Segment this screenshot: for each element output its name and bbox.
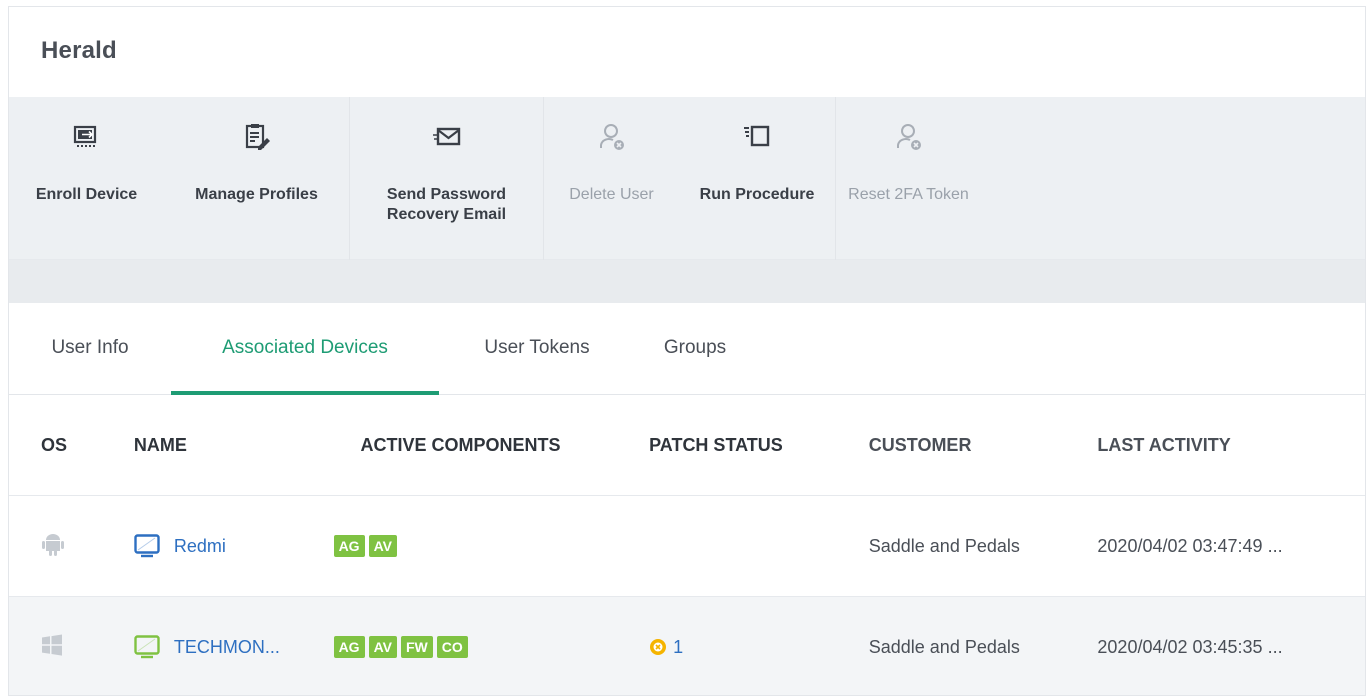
device-link[interactable]: Redmi — [174, 536, 226, 557]
tab-user-info[interactable]: User Info — [9, 302, 171, 394]
send-password-recovery-button[interactable]: Send Password Recovery Email — [349, 97, 544, 260]
components-cell: AG AV FW CO — [333, 636, 650, 658]
title-bar: Herald — [9, 7, 1365, 97]
manage-profiles-button[interactable]: Manage Profiles — [164, 97, 349, 260]
customer-cell: Saddle and Pedals — [868, 535, 1020, 556]
toolbar: Enroll Device Manage Profiles Send Passw… — [9, 97, 1365, 260]
device-name-cell: Redmi — [134, 534, 334, 558]
last-activity-cell: 2020/04/02 03:45:35 ... — [1097, 636, 1283, 657]
run-procedure-icon — [744, 125, 770, 147]
delete-user-button[interactable]: Delete User — [544, 97, 679, 260]
monitor-icon — [134, 635, 160, 659]
reset-2fa-token-label: Reset 2FA Token — [848, 186, 969, 203]
device-name-cell: TECHMON... — [134, 635, 334, 659]
component-badge: AV — [368, 535, 397, 557]
component-badge: AG — [333, 535, 365, 557]
manage-profiles-icon — [245, 124, 270, 150]
col-header-os[interactable]: OS — [9, 435, 134, 456]
enroll-device-button[interactable]: Enroll Device — [9, 97, 164, 260]
col-header-customer[interactable]: CUSTOMER — [869, 435, 1098, 456]
component-badge: CO — [436, 636, 468, 658]
os-cell — [9, 531, 134, 562]
enroll-device-icon — [73, 125, 96, 147]
patch-status-cell: 1 — [649, 637, 869, 658]
tab-associated-devices[interactable]: Associated Devices — [171, 302, 439, 395]
reset-2fa-token-button[interactable]: Reset 2FA Token — [836, 97, 981, 260]
run-procedure-label: Run Procedure — [699, 186, 815, 203]
section-divider — [9, 260, 1365, 303]
devices-table: OS NAME ACTIVE COMPONENTS PATCH STATUS C… — [9, 395, 1365, 695]
component-badge: AV — [368, 636, 397, 658]
col-header-patch[interactable]: PATCH STATUS — [649, 435, 869, 456]
send-password-recovery-label: Send Password Recovery Email — [386, 186, 507, 223]
col-header-name[interactable]: NAME — [134, 435, 334, 456]
manage-profiles-label: Manage Profiles — [195, 186, 318, 203]
patch-count[interactable]: 1 — [673, 637, 683, 658]
patch-warning-icon — [650, 639, 667, 655]
user-detail-panel: Herald Enroll Device Manage Profiles Sen… — [8, 6, 1366, 696]
last-activity-cell: 2020/04/02 03:47:49 ... — [1097, 535, 1283, 556]
os-cell — [9, 634, 134, 661]
page-title: Herald — [41, 37, 117, 64]
col-header-components[interactable]: ACTIVE COMPONENTS — [334, 435, 650, 456]
components-cell: AG AV — [333, 535, 650, 557]
monitor-icon — [134, 534, 160, 558]
android-icon — [42, 533, 64, 556]
table-row[interactable]: Redmi AG AV Saddle and Pedals 2020/04/02… — [9, 496, 1365, 597]
device-link[interactable]: TECHMON... — [174, 637, 280, 658]
envelope-icon — [432, 127, 460, 146]
reset-token-icon — [896, 124, 921, 150]
customer-cell: Saddle and Pedals — [868, 636, 1020, 657]
tab-bar: User Info Associated Devices User Tokens… — [9, 303, 1365, 395]
tab-user-tokens[interactable]: User Tokens — [439, 302, 635, 394]
table-row[interactable]: TECHMON... AG AV FW CO 1 Saddle and Peda… — [9, 597, 1365, 695]
component-badge: FW — [400, 636, 433, 658]
delete-user-icon — [599, 124, 624, 150]
table-header: OS NAME ACTIVE COMPONENTS PATCH STATUS C… — [9, 395, 1365, 496]
component-badge: AG — [333, 636, 365, 658]
tab-groups[interactable]: Groups — [647, 302, 743, 394]
col-header-last-activity[interactable]: LAST ACTIVITY — [1097, 435, 1365, 456]
delete-user-label: Delete User — [569, 186, 654, 203]
run-procedure-button[interactable]: Run Procedure — [679, 97, 836, 260]
enroll-device-label: Enroll Device — [35, 186, 138, 203]
windows-icon — [42, 634, 62, 656]
